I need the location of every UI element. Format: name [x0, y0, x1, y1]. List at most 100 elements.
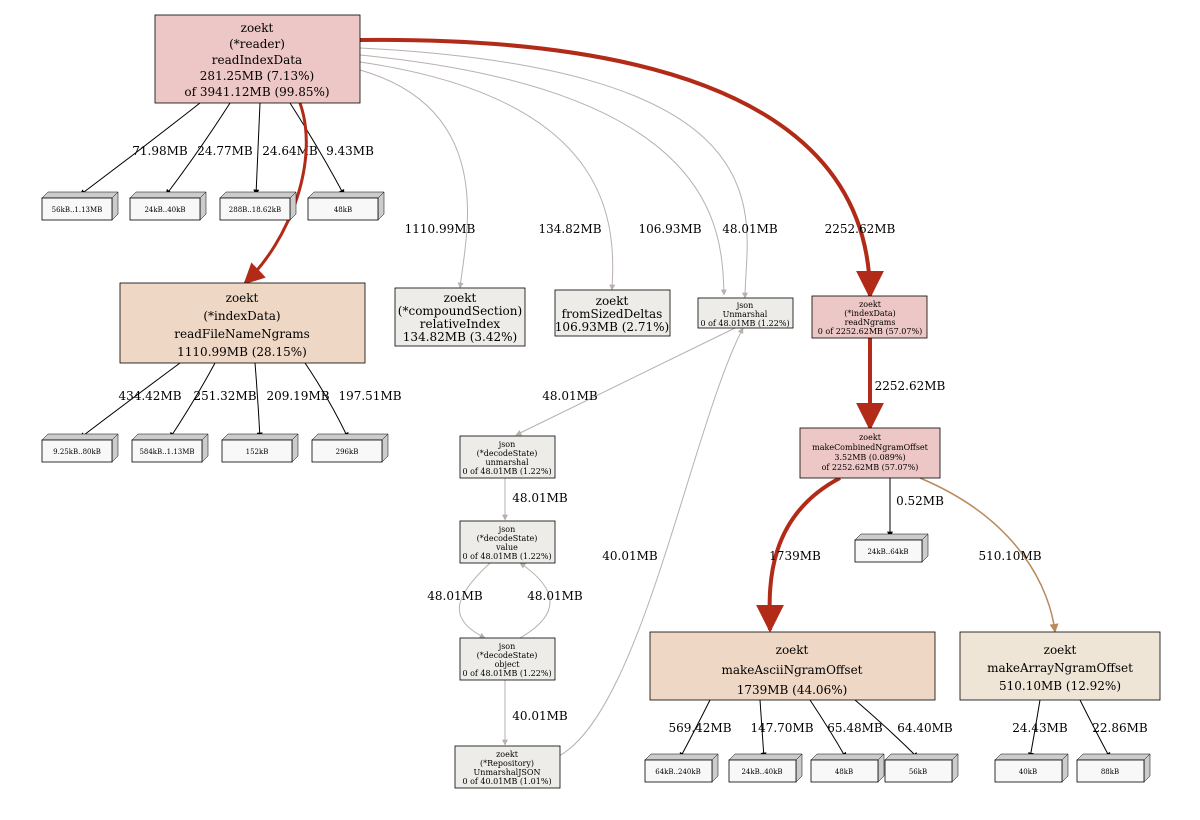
svg-text:281.25MB (7.13%): 281.25MB (7.13%): [200, 69, 314, 83]
svg-text:147.70MB: 147.70MB: [750, 721, 813, 735]
svg-text:UnmarshalJSON: UnmarshalJSON: [474, 768, 541, 777]
leaf-n2d: 296kB: [312, 434, 388, 462]
svg-text:65.48MB: 65.48MB: [827, 721, 883, 735]
svg-text:48kB: 48kB: [334, 206, 352, 214]
node-makeCombinedNgramOffset: zoekt makeCombinedNgramOffset 3.52MB (0.…: [800, 428, 940, 478]
svg-text:64kB..240kB: 64kB..240kB: [655, 768, 701, 776]
svg-text:makeCombinedNgramOffset: makeCombinedNgramOffset: [812, 443, 929, 452]
svg-text:24kB..64kB: 24kB..64kB: [867, 548, 908, 556]
svg-text:64.40MB: 64.40MB: [897, 721, 953, 735]
svg-text:zoekt: zoekt: [496, 750, 519, 759]
svg-text:zoekt: zoekt: [241, 21, 274, 35]
leaf-n1a: 56kB..1.13MB: [42, 192, 118, 220]
svg-text:24.43MB: 24.43MB: [1012, 721, 1068, 735]
svg-text:0 of 48.01MB (1.22%): 0 of 48.01MB (1.22%): [462, 552, 551, 561]
svg-text:readNgrams: readNgrams: [845, 318, 896, 327]
svg-text:48kB: 48kB: [835, 768, 853, 776]
svg-text:readIndexData: readIndexData: [212, 53, 302, 67]
svg-text:relativeIndex: relativeIndex: [420, 317, 501, 331]
leaf-n2b: 584kB..1.13MB: [132, 434, 208, 462]
svg-text:(*reader): (*reader): [229, 37, 285, 51]
svg-text:40.01MB: 40.01MB: [512, 709, 568, 723]
svg-text:56kB..1.13MB: 56kB..1.13MB: [52, 206, 103, 214]
leaf-n13a: 40kB: [995, 754, 1068, 782]
svg-text:40kB: 40kB: [1019, 768, 1037, 776]
svg-text:0 of 48.01MB (1.22%): 0 of 48.01MB (1.22%): [700, 319, 789, 328]
svg-text:88kB: 88kB: [1101, 768, 1119, 776]
svg-text:makeArrayNgramOffset: makeArrayNgramOffset: [987, 661, 1133, 675]
svg-text:0 of 48.01MB (1.22%): 0 of 48.01MB (1.22%): [462, 467, 551, 476]
node-json-object: json (*decodeState) object 0 of 48.01MB …: [460, 638, 555, 680]
svg-text:71.98MB: 71.98MB: [132, 144, 188, 158]
svg-text:134.82MB (3.42%): 134.82MB (3.42%): [403, 330, 517, 344]
node-relativeIndex: zoekt (*compoundSection) relativeIndex 1…: [395, 288, 525, 346]
node-json-unmarshal-ds: json (*decodeState) unmarshal 0 of 48.01…: [460, 436, 555, 478]
svg-text:(*indexData): (*indexData): [844, 309, 896, 318]
svg-text:24kB..40kB: 24kB..40kB: [741, 768, 782, 776]
node-readFileNameNgrams: zoekt (*indexData) readFileNameNgrams 11…: [120, 283, 365, 363]
svg-text:152kB: 152kB: [246, 448, 269, 456]
svg-text:json: json: [498, 525, 516, 534]
svg-text:2252.62MB: 2252.62MB: [875, 379, 946, 393]
leaf-n12c: 48kB: [811, 754, 884, 782]
svg-text:24.64MB: 24.64MB: [262, 144, 318, 158]
svg-text:Unmarshal: Unmarshal: [723, 310, 768, 319]
svg-text:48.01MB: 48.01MB: [542, 389, 598, 403]
svg-text:197.51MB: 197.51MB: [338, 389, 401, 403]
svg-text:48.01MB: 48.01MB: [427, 589, 483, 603]
svg-text:zoekt: zoekt: [776, 643, 809, 657]
svg-text:zoekt: zoekt: [596, 294, 629, 308]
svg-text:56kB: 56kB: [909, 768, 927, 776]
node-json-value: json (*decodeState) value 0 of 48.01MB (…: [460, 521, 555, 563]
leaf-n12d: 56kB: [885, 754, 958, 782]
svg-text:288B..18.62kB: 288B..18.62kB: [229, 206, 281, 214]
svg-text:(*decodeState): (*decodeState): [477, 449, 538, 458]
leaf-n11a: 24kB..64kB: [855, 534, 928, 562]
svg-text:0 of 48.01MB (1.22%): 0 of 48.01MB (1.22%): [462, 669, 551, 678]
svg-text:1110.99MB: 1110.99MB: [405, 222, 476, 236]
svg-text:zoekt: zoekt: [226, 291, 259, 305]
svg-text:1739MB (44.06%): 1739MB (44.06%): [737, 683, 848, 697]
svg-text:22.86MB: 22.86MB: [1092, 721, 1148, 735]
svg-text:json: json: [498, 440, 516, 449]
svg-text:48.01MB: 48.01MB: [722, 222, 778, 236]
svg-text:569.42MB: 569.42MB: [668, 721, 731, 735]
svg-text:296kB: 296kB: [336, 448, 359, 456]
leaf-n2a: 9.25kB..80kB: [42, 434, 118, 462]
node-makeArrayNgramOffset: zoekt makeArrayNgramOffset 510.10MB (12.…: [960, 632, 1160, 700]
node-readIndexData: zoekt (*reader) readIndexData 281.25MB (…: [155, 15, 360, 103]
svg-text:makeAsciiNgramOffset: makeAsciiNgramOffset: [721, 663, 862, 677]
svg-text:json: json: [736, 301, 754, 310]
svg-text:unmarshal: unmarshal: [485, 458, 529, 467]
svg-text:106.93MB (2.71%): 106.93MB (2.71%): [555, 320, 669, 334]
leaf-n1d: 48kB: [308, 192, 384, 220]
svg-text:134.82MB: 134.82MB: [538, 222, 601, 236]
svg-text:of 3941.12MB (99.85%): of 3941.12MB (99.85%): [184, 85, 329, 99]
node-makeAsciiNgramOffset: zoekt makeAsciiNgramOffset 1739MB (44.06…: [650, 632, 935, 700]
svg-text:fromSizedDeltas: fromSizedDeltas: [562, 307, 663, 321]
node-fromSizedDeltas: zoekt fromSizedDeltas 106.93MB (2.71%): [555, 290, 670, 336]
svg-text:2252.62MB: 2252.62MB: [825, 222, 896, 236]
svg-text:209.19MB: 209.19MB: [266, 389, 329, 403]
callgraph-diagram: 71.98MB 24.77MB 24.64MB 9.43MB 1110.99MB…: [0, 0, 1200, 820]
svg-text:510.10MB: 510.10MB: [978, 549, 1041, 563]
svg-text:9.25kB..80kB: 9.25kB..80kB: [53, 448, 101, 456]
svg-text:0.52MB: 0.52MB: [896, 494, 944, 508]
svg-text:3.52MB (0.089%): 3.52MB (0.089%): [834, 453, 905, 462]
node-UnmarshalJSON: zoekt (*Repository) UnmarshalJSON 0 of 4…: [455, 746, 560, 788]
svg-text:40.01MB: 40.01MB: [602, 549, 658, 563]
node-json-Unmarshal: json Unmarshal 0 of 48.01MB (1.22%): [698, 298, 793, 328]
svg-text:510.10MB (12.92%): 510.10MB (12.92%): [999, 679, 1121, 693]
svg-text:106.93MB: 106.93MB: [638, 222, 701, 236]
svg-text:zoekt: zoekt: [859, 433, 882, 442]
svg-text:24kB..40kB: 24kB..40kB: [144, 206, 185, 214]
svg-text:0 of 40.01MB (1.01%): 0 of 40.01MB (1.01%): [462, 777, 551, 786]
svg-text:24.77MB: 24.77MB: [197, 144, 253, 158]
svg-text:0 of 2252.62MB (57.07%): 0 of 2252.62MB (57.07%): [818, 327, 922, 336]
leaf-n12b: 24kB..40kB: [729, 754, 802, 782]
svg-text:json: json: [498, 642, 516, 651]
svg-text:value: value: [495, 543, 518, 552]
svg-text:of 2252.62MB (57.07%): of 2252.62MB (57.07%): [822, 463, 919, 472]
svg-text:(*indexData): (*indexData): [203, 309, 280, 323]
svg-text:(*decodeState): (*decodeState): [477, 651, 538, 660]
